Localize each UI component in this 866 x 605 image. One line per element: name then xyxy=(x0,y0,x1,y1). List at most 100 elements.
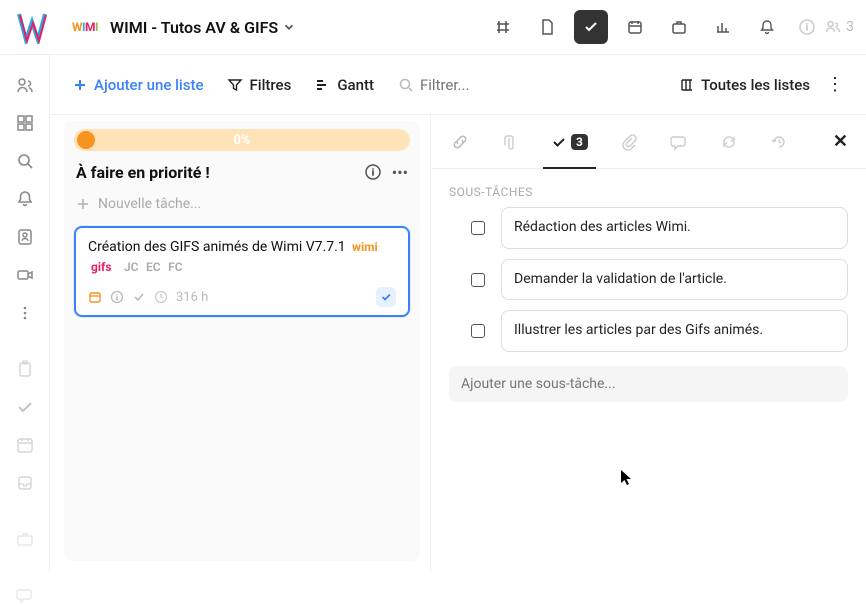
filter-icon xyxy=(227,77,243,93)
check-icon xyxy=(551,134,567,150)
rail-video-icon[interactable] xyxy=(13,265,37,285)
tab-link[interactable] xyxy=(449,115,471,168)
task-calendar-icon xyxy=(88,290,102,304)
main: 0% À faire en priorité ! ••• Nouvelle tâ… xyxy=(50,115,866,571)
tasks-icon[interactable] xyxy=(574,10,608,44)
tab-history[interactable] xyxy=(768,115,790,168)
task-assignee: JC xyxy=(124,260,139,274)
subtask-text[interactable]: Demander la validation de l'article. xyxy=(501,259,848,301)
mouse-cursor xyxy=(620,469,634,487)
all-lists-label: Toutes les listes xyxy=(701,76,810,94)
list-more-icon[interactable]: ••• xyxy=(392,163,408,182)
rail-check-icon[interactable] xyxy=(13,397,37,417)
new-task-input[interactable]: Nouvelle tâche... xyxy=(64,190,420,218)
plus-icon xyxy=(72,77,88,93)
task-tag-gifs: gifs xyxy=(88,260,115,274)
list-info-icon[interactable] xyxy=(364,163,382,182)
rail-chat-icon[interactable] xyxy=(13,585,37,605)
task-clock-icon xyxy=(154,290,168,304)
users-icon xyxy=(824,18,842,36)
close-panel-button[interactable]: ✕ xyxy=(833,131,848,152)
app-logo[interactable] xyxy=(12,7,52,47)
list-column: 0% À faire en priorité ! ••• Nouvelle tâ… xyxy=(50,115,430,571)
gantt-label: Gantt xyxy=(337,76,374,94)
add-list-label: Ajouter une liste xyxy=(94,76,203,94)
search-wrap xyxy=(398,76,619,94)
rail-more-icon[interactable] xyxy=(13,303,37,323)
task-title: Création des GIFS animés de Wimi V7.7.1 xyxy=(88,239,346,255)
task-complete-toggle[interactable] xyxy=(376,287,396,307)
subtasks-list: Rédaction des articles Wimi. Demander la… xyxy=(431,207,866,352)
calendar-icon[interactable] xyxy=(618,10,652,44)
channels-icon[interactable] xyxy=(486,10,520,44)
subtasks-section-title: SOUS-TÂCHES xyxy=(431,169,866,207)
rail-search-icon[interactable] xyxy=(13,151,37,171)
columns-icon xyxy=(679,77,695,93)
gantt-button[interactable]: Gantt xyxy=(315,76,374,94)
rail-bell-icon[interactable] xyxy=(13,189,37,209)
all-lists-button[interactable]: Toutes les listes xyxy=(679,76,810,94)
subtasks-count-badge: 3 xyxy=(571,134,588,150)
left-rail xyxy=(0,55,50,571)
task-detail-panel: 3 ✕ SOUS-TÂCHES Rédaction des articles W… xyxy=(430,115,866,571)
progress-text: 0% xyxy=(233,133,250,148)
chevron-down-icon xyxy=(282,20,296,34)
rail-grid-icon[interactable] xyxy=(13,113,37,133)
subtask-row: Demander la validation de l'article. xyxy=(449,259,848,301)
subtask-checkbox[interactable] xyxy=(471,221,485,235)
briefcase-icon[interactable] xyxy=(662,10,696,44)
info-icon[interactable] xyxy=(798,18,816,36)
task-title-row: Création des GIFS animés de Wimi V7.7.1 … xyxy=(88,238,396,277)
add-list-button[interactable]: Ajouter une liste xyxy=(72,76,203,94)
task-info-icon xyxy=(110,290,124,304)
documents-icon[interactable] xyxy=(530,10,564,44)
rail-people-icon[interactable] xyxy=(13,75,37,95)
plus-icon xyxy=(76,197,90,211)
tab-recurring[interactable] xyxy=(718,115,740,168)
top-right: 3 xyxy=(798,18,854,36)
list-card: 0% À faire en priorité ! ••• Nouvelle tâ… xyxy=(64,121,420,561)
filters-button[interactable]: Filtres xyxy=(227,76,291,94)
filters-label: Filtres xyxy=(249,76,291,94)
subtask-checkbox[interactable] xyxy=(471,273,485,287)
toolbar: Ajouter une liste Filtres Gantt Toutes l… xyxy=(50,55,866,115)
task-hours: 316 h xyxy=(176,290,208,305)
list-header: À faire en priorité ! ••• xyxy=(64,159,420,190)
subtask-row: Illustrer les articles par des Gifs anim… xyxy=(449,310,848,352)
task-meta: 316 h xyxy=(88,287,396,307)
rail-clipboard-icon[interactable] xyxy=(13,359,37,379)
search-input[interactable] xyxy=(420,76,619,94)
subtask-checkbox[interactable] xyxy=(471,324,485,338)
list-title: À faire en priorité ! xyxy=(76,163,364,182)
project-title-dropdown[interactable]: WIMI - Tutos AV & GIFS xyxy=(110,18,296,37)
tab-attachments[interactable] xyxy=(618,115,640,168)
search-icon xyxy=(398,77,414,93)
rail-inbox-icon[interactable] xyxy=(13,473,37,493)
detail-tabs: 3 ✕ xyxy=(431,115,866,169)
add-subtask-input[interactable] xyxy=(449,366,848,402)
toolbar-more-icon[interactable]: ⋮ xyxy=(826,74,844,95)
tab-comments[interactable] xyxy=(668,115,690,168)
task-tag-wimi: wimi xyxy=(349,240,381,254)
progress-wrap: 0% xyxy=(64,121,420,159)
rail-calendar-icon[interactable] xyxy=(13,435,37,455)
rail-briefcase-icon[interactable] xyxy=(13,529,37,549)
task-card[interactable]: Création des GIFS animés de Wimi V7.7.1 … xyxy=(74,226,410,317)
task-assignee: EC xyxy=(146,260,161,274)
subtask-text[interactable]: Rédaction des articles Wimi. xyxy=(501,207,848,249)
rail-contacts-icon[interactable] xyxy=(13,227,37,247)
progress-knob[interactable] xyxy=(77,131,95,149)
gantt-icon xyxy=(315,77,331,93)
new-task-placeholder: Nouvelle tâche... xyxy=(98,196,201,212)
reporting-icon[interactable] xyxy=(706,10,740,44)
member-count-value: 3 xyxy=(846,19,854,35)
progress-bar: 0% xyxy=(74,129,410,151)
bell-icon[interactable] xyxy=(750,10,784,44)
task-assignee: FC xyxy=(168,260,182,274)
tab-subtasks[interactable]: 3 xyxy=(549,115,590,168)
subtask-text[interactable]: Illustrer les articles par des Gifs anim… xyxy=(501,310,848,352)
project-title: WIMI - Tutos AV & GIFS xyxy=(110,18,278,37)
tab-description[interactable] xyxy=(499,115,521,168)
task-check-icon xyxy=(132,290,146,304)
members-count[interactable]: 3 xyxy=(824,18,854,36)
